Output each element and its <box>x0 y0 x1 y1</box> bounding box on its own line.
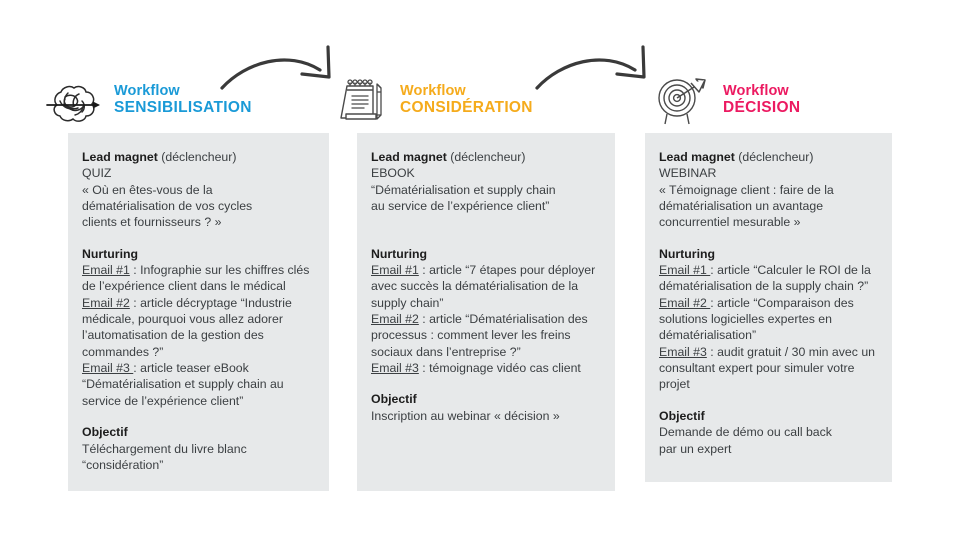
arrow-consideration-to-decision <box>531 44 661 94</box>
header-line1: Workflow <box>723 83 789 100</box>
email-label: Email #3 <box>371 361 419 376</box>
block-title: Objectif <box>659 408 705 423</box>
column-header-consideration: Workflow CONSIDÉRATION <box>332 74 533 126</box>
nurturing-item: Email #1 : article “Calculer le ROI de l… <box>659 262 878 295</box>
block-title: Objectif <box>371 392 417 407</box>
block-line: Inscription au webinar « décision » <box>371 408 560 423</box>
block-nurturing: Nurturing Email #1 : Infographie sur les… <box>82 246 315 409</box>
block-title: Lead magnet (déclencheur) <box>82 150 237 164</box>
block-title: Lead magnet (déclencheur) <box>659 150 814 164</box>
block-lead-magnet: Lead magnet (déclencheur) WEBINAR « Témo… <box>659 149 878 231</box>
email-label: Email #3 <box>82 361 134 376</box>
block-lead-magnet: Lead magnet (déclencheur) EBOOK “Dématér… <box>371 149 601 231</box>
block-objectif: Objectif Demande de démo ou call back pa… <box>659 408 878 457</box>
nurturing-item: Email #2 : article décryptage “Industrie… <box>82 295 315 360</box>
block-nurturing: Nurturing Email #1 : article “7 étapes p… <box>371 246 601 377</box>
block-title: Nurturing <box>371 246 428 261</box>
block-objectif: Objectif Téléchargement du livre blanc “… <box>82 424 315 473</box>
nurturing-item: Email #3 : audit gratuit / 30 min avec u… <box>659 344 878 393</box>
column-header-text-decision: Workflow DÉCISION <box>723 83 800 117</box>
email-label: Email #2 <box>371 312 419 327</box>
block-line: dématérialisation de vos cycles <box>82 199 253 214</box>
block-line: WEBINAR <box>659 166 717 181</box>
block-line: Demande de démo ou call back <box>659 425 832 440</box>
column-header-text-consideration: Workflow CONSIDÉRATION <box>400 83 533 117</box>
block-lead-magnet: Lead magnet (déclencheur) QUIZ « Où en ê… <box>82 149 315 231</box>
panel-decision: Lead magnet (déclencheur) WEBINAR « Témo… <box>645 133 892 482</box>
email-label: Email #2 <box>659 295 711 310</box>
block-line: clients et fournisseurs ? » <box>82 215 222 230</box>
panel-consideration: Lead magnet (déclencheur) EBOOK “Dématér… <box>357 133 615 491</box>
block-line: concurrentiel mesurable » <box>659 215 801 230</box>
block-line: Téléchargement du livre blanc <box>82 441 247 456</box>
panel-sensibilisation: Lead magnet (déclencheur) QUIZ « Où en ê… <box>68 133 329 491</box>
nurturing-item: Email #2 : article “Dématérialisation de… <box>371 311 601 360</box>
notepad-pencil-icon <box>332 74 390 126</box>
header-line2: DÉCISION <box>723 99 801 117</box>
target-dart-icon <box>655 74 713 126</box>
block-title: Objectif <box>82 425 128 440</box>
block-objectif: Objectif Inscription au webinar « décisi… <box>371 391 601 424</box>
email-label: Email #2 <box>82 295 130 310</box>
email-label: Email #3 <box>659 344 707 359</box>
nurturing-item: Email #2 : article “Comparaison des solu… <box>659 295 878 344</box>
email-label: Email #1 <box>371 263 419 278</box>
nurturing-item: Email #1 : article “7 étapes pour déploy… <box>371 262 601 311</box>
header-line1: Workflow <box>114 83 180 100</box>
nurturing-item: Email #1 : Infographie sur les chiffres … <box>82 262 315 295</box>
block-line: par un expert <box>659 441 732 456</box>
column-header-sensibilisation: Workflow SENSIBILISATION <box>46 74 252 126</box>
header-line2: CONSIDÉRATION <box>400 99 533 117</box>
block-line: « Témoignage client : faire de la <box>659 182 834 197</box>
nurturing-item: Email #3 : article teaser eBook “Dématér… <box>82 360 315 409</box>
nurturing-item: Email #3 : témoignage vidéo cas client <box>371 360 601 376</box>
slide-canvas: Workflow SENSIBILISATION Workflow CONSID… <box>0 0 960 540</box>
header-line2: SENSIBILISATION <box>114 99 252 117</box>
block-title: Lead magnet (déclencheur) <box>371 150 526 164</box>
email-label: Email #1 <box>659 263 711 278</box>
block-line: “considération” <box>82 457 164 472</box>
column-header-decision: Workflow DÉCISION <box>655 74 800 126</box>
email-text: : témoignage vidéo cas client <box>418 361 581 376</box>
tangled-scribble-arrow-icon <box>46 74 104 126</box>
block-line: EBOOK <box>371 166 415 181</box>
block-line: “Dématérialisation et supply chain <box>371 182 556 197</box>
block-title: Nurturing <box>82 246 139 261</box>
block-line: QUIZ <box>82 166 112 181</box>
header-line1: Workflow <box>400 83 466 100</box>
block-nurturing: Nurturing Email #1 : article “Calculer l… <box>659 246 878 393</box>
block-line: « Où en êtes-vous de la <box>82 182 213 197</box>
block-line: au service de l’expérience client” <box>371 199 550 214</box>
block-line: dématérialisation un avantage <box>659 199 824 214</box>
column-header-text-sensibilisation: Workflow SENSIBILISATION <box>114 83 252 117</box>
block-title: Nurturing <box>659 246 716 261</box>
email-label: Email #1 <box>82 263 130 278</box>
